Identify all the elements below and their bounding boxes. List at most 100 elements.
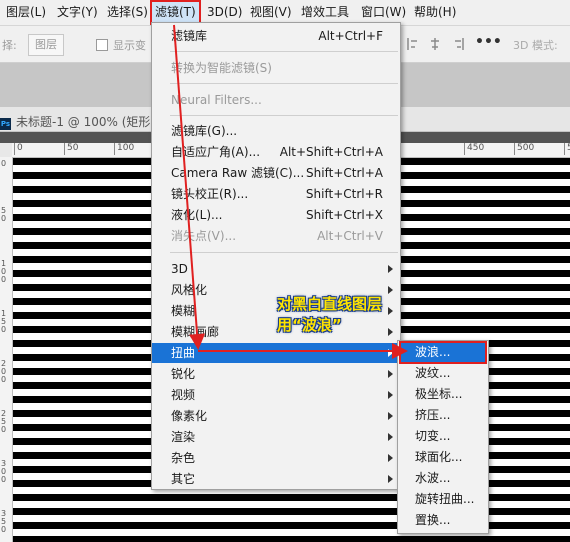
menu-item-shortcut: Alt+Ctrl+F [318,29,383,43]
submenu-item-label: 挤压... [415,408,451,422]
menu-item-shortcut: Shift+Ctrl+A [306,166,383,180]
menu-item-camera-raw[interactable]: Camera Raw 滤镜(C)... Shift+Ctrl+A [152,163,400,183]
submenu-item-spherize[interactable]: 球面化... [398,447,488,468]
menu-item-3d[interactable]: 3D [152,259,400,279]
menu-item-label: 模糊 [171,304,196,318]
ruler-tick: 50 [64,143,78,155]
submenu-item-label: 置换... [415,513,451,527]
ruler-tick: 500 [514,143,534,155]
menu-item-label: 滤镜库 [171,29,208,43]
layer-select[interactable]: 图层 [28,34,64,56]
submenu-arrow-icon [388,454,393,462]
submenu-item-shear[interactable]: 切变... [398,426,488,447]
menu-item-label: 锐化 [171,367,196,381]
distort-submenu: 波浪... 波纹... 极坐标... 挤压... 切变... 球面化... 水波… [397,340,489,534]
menu-item-adaptive-wide-angle[interactable]: 自适应广角(A)... Alt+Shift+Ctrl+A [152,142,400,162]
menu-item-neural-filters[interactable]: Neural Filters... [152,90,400,110]
show-transform-label: 显示变 [113,39,146,52]
menu-item-distort[interactable]: 扭曲 [152,343,400,363]
menu-item-liquify[interactable]: 液化(L)... Shift+Ctrl+X [152,205,400,225]
menu-item-video[interactable]: 视频 [152,385,400,405]
menu-separator [170,51,398,52]
menu-item-label: 转换为智能滤镜(S) [171,61,272,75]
menu-type[interactable]: 文字(Y) [57,0,98,25]
annotation-line-1: 对黑白直线图层 [277,295,383,313]
menu-item-shortcut: Shift+Ctrl+X [306,208,383,222]
menu-item-label: 自适应广角(A)... [171,145,261,159]
submenu-arrow-icon [388,265,393,273]
menu-item-label: 镜头校正(R)... [171,187,249,201]
menu-item-shortcut: Alt+Shift+Ctrl+A [279,145,383,159]
submenu-item-label: 波纹... [415,366,451,380]
menu-item-sharpen[interactable]: 锐化 [152,364,400,384]
menu-item-label: 扭曲 [171,346,196,360]
submenu-item-label: 波浪... [415,345,451,359]
menu-item-label: Neural Filters... [171,93,262,107]
submenu-arrow-icon [388,433,393,441]
menu-item-other[interactable]: 其它 [152,469,400,489]
menu-item-label: 消失点(V)... [171,229,237,243]
menu-item-vanishing-point[interactable]: 消失点(V)... Alt+Ctrl+V [152,226,400,246]
menu-item-noise[interactable]: 杂色 [152,448,400,468]
menu-item-label: 3D [171,262,188,276]
menu-item-label: 视频 [171,388,196,402]
submenu-item-wave[interactable]: 波浪... [399,341,487,364]
vertical-ruler[interactable]: 0 50 100 150 200 250 300 350 [0,157,13,542]
ruler-tick: 200 [1,359,7,384]
menu-item-filter-gallery-last[interactable]: 滤镜库 Alt+Ctrl+F [152,26,400,46]
more-options-icon[interactable]: ••• [475,34,502,50]
submenu-arrow-icon [388,391,393,399]
ruler-tick: 100 [114,143,134,155]
menu-item-label: 杂色 [171,451,196,465]
ruler-tick: 550 [564,143,570,155]
menu-separator [170,115,398,116]
menu-separator [170,83,398,84]
ruler-tick: 250 [1,409,7,434]
ruler-tick: 0 [14,143,23,155]
submenu-item-twirl[interactable]: 旋转扭曲... [398,489,488,510]
photoshop-app-icon: Ps [0,118,11,130]
menu-help[interactable]: 帮助(H) [414,0,456,25]
submenu-item-label: 水波... [415,471,451,485]
submenu-item-ripple[interactable]: 波纹... [398,363,488,384]
ruler-tick: 100 [1,259,7,284]
menu-item-render[interactable]: 渲染 [152,427,400,447]
menu-item-label: 渲染 [171,430,196,444]
document-tab-title[interactable]: 未标题-1 @ 100% (矩形 1 [16,113,162,130]
menu-layer[interactable]: 图层(L) [6,0,46,25]
submenu-item-polar[interactable]: 极坐标... [398,384,488,405]
menu-item-shortcut: Shift+Ctrl+R [305,187,383,201]
submenu-arrow-icon [388,349,393,357]
ruler-tick: 450 [464,143,484,155]
menu-item-filter-gallery[interactable]: 滤镜库(G)... [152,121,400,141]
submenu-item-label: 球面化... [415,450,463,464]
ruler-tick: 300 [1,459,7,484]
submenu-arrow-icon [388,412,393,420]
menu-item-label: 像素化 [171,409,208,423]
menu-item-convert-smart[interactable]: 转换为智能滤镜(S) [152,58,400,78]
mode-3d-label: 3D 模式: [513,39,558,52]
menu-separator [170,252,398,253]
menu-item-label: 滤镜库(G)... [171,124,238,138]
ruler-tick: 350 [1,509,7,534]
ruler-corner [0,143,12,157]
submenu-arrow-icon [388,286,393,294]
menu-item-lens-correction[interactable]: 镜头校正(R)... Shift+Ctrl+R [152,184,400,204]
submenu-item-zigzag[interactable]: 水波... [398,468,488,489]
submenu-item-label: 极坐标... [415,387,463,401]
annotation-line-2: 用“波浪” [277,316,342,334]
submenu-item-displace[interactable]: 置换... [398,510,488,531]
filter-menu: 滤镜库 Alt+Ctrl+F 转换为智能滤镜(S) Neural Filters… [151,22,401,490]
menu-item-label: 液化(L)... [171,208,223,222]
ruler-tick: 0 [1,159,7,168]
show-transform-checkbox[interactable] [96,39,108,51]
menu-select[interactable]: 选择(S) [107,0,148,25]
submenu-arrow-icon [388,475,393,483]
submenu-item-label: 旋转扭曲... [415,492,475,506]
menu-item-pixelate[interactable]: 像素化 [152,406,400,426]
menu-item-label: Camera Raw 滤镜(C)... [171,166,305,180]
submenu-item-pinch[interactable]: 挤压... [398,405,488,426]
sample-label: 择: [2,39,17,52]
submenu-arrow-icon [388,370,393,378]
tutorial-annotation: 对黑白直线图层 用“波浪” [277,294,405,336]
